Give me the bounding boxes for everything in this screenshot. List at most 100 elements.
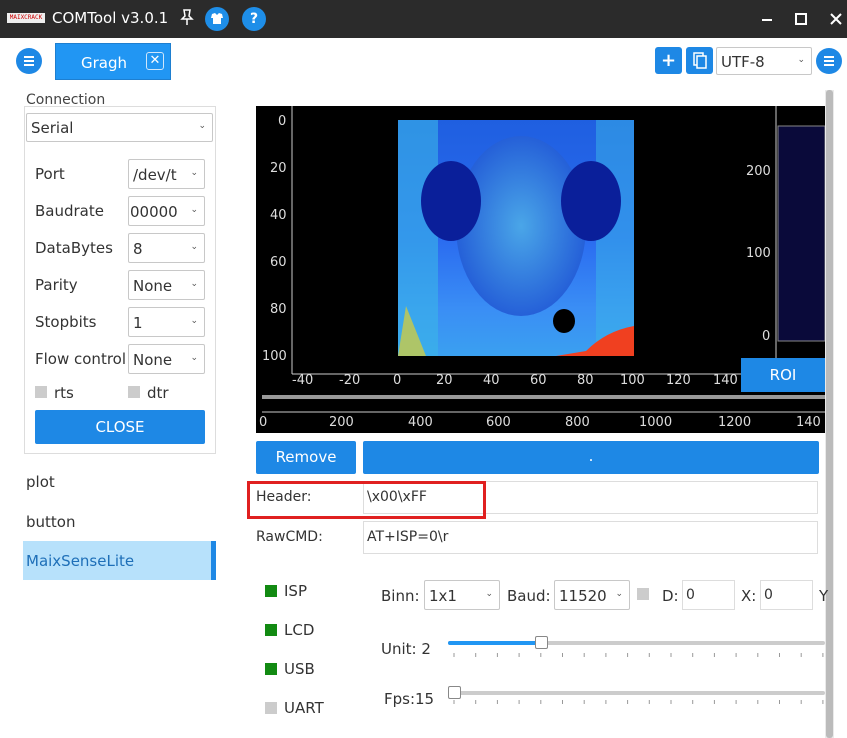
chevron-down-icon: ⌄ bbox=[190, 205, 198, 215]
unit-slider-handle[interactable] bbox=[535, 636, 549, 649]
y-tick: 100 bbox=[262, 349, 287, 364]
sidebar-item-plot[interactable]: plot bbox=[26, 473, 55, 491]
chevron-down-icon: ⌄ bbox=[190, 316, 198, 326]
connection-type-value: Serial bbox=[31, 119, 74, 137]
rawcmd-input[interactable]: AT+ISP=0\r bbox=[363, 521, 818, 554]
x-tick-bottom: 800 bbox=[565, 415, 590, 430]
roi-button[interactable]: ROI bbox=[741, 358, 825, 392]
encoding-select[interactable]: UTF-8 ⌄ bbox=[716, 47, 812, 75]
remove-button[interactable]: Remove bbox=[256, 441, 356, 474]
unit-label: Unit: 2 bbox=[381, 640, 431, 658]
databytes-value: 8 bbox=[133, 240, 143, 258]
tab-label: Gragh bbox=[81, 54, 128, 72]
sidebar-item-label: MaixSenseLite bbox=[26, 552, 135, 570]
x-tick: 100 bbox=[620, 373, 645, 388]
fps-slider-track[interactable] bbox=[448, 691, 825, 695]
uart-checkbox[interactable] bbox=[265, 702, 277, 714]
chevron-down-icon: ⌄ bbox=[198, 121, 206, 131]
baudrate-select[interactable]: 00000 ⌄ bbox=[128, 196, 205, 226]
connection-label: Connection bbox=[26, 92, 106, 108]
tab-close-icon[interactable]: ✕ bbox=[146, 52, 164, 70]
lcd-checkbox[interactable] bbox=[265, 624, 277, 636]
close-window-icon[interactable] bbox=[824, 7, 847, 31]
y-tick: 80 bbox=[270, 302, 287, 317]
flow-control-value: None bbox=[133, 351, 173, 369]
title-bar: MAIXCRACK COMTool v3.0.1 ? bbox=[0, 0, 847, 38]
binn-select[interactable]: 1x1 ⌄ bbox=[424, 580, 500, 610]
y-tick: 0 bbox=[278, 114, 287, 129]
fps-slider-handle[interactable] bbox=[448, 686, 461, 699]
app-logo: MAIXCRACK bbox=[7, 13, 45, 23]
x-input[interactable]: 0 bbox=[760, 580, 813, 610]
binn-value: 1x1 bbox=[429, 587, 457, 605]
y-tick: 40 bbox=[270, 208, 287, 223]
chevron-down-icon: ⌄ bbox=[615, 589, 623, 599]
colorbar-tick: 100 bbox=[746, 246, 771, 261]
y-tick: 60 bbox=[270, 255, 287, 270]
unit-slider-fill bbox=[448, 641, 542, 645]
x-tick: 40 bbox=[483, 373, 500, 388]
baudrate-label: Baudrate bbox=[35, 202, 104, 220]
x-tick-bottom: 400 bbox=[408, 415, 433, 430]
chevron-down-icon: ⌄ bbox=[190, 242, 198, 252]
x-tick-bottom: 200 bbox=[329, 415, 354, 430]
pin-icon[interactable] bbox=[178, 8, 196, 28]
encoding-value: UTF-8 bbox=[721, 53, 765, 71]
port-label: Port bbox=[35, 165, 65, 183]
usb-checkbox[interactable] bbox=[265, 663, 277, 675]
dot-button[interactable]: . bbox=[363, 441, 819, 474]
dtr-checkbox[interactable] bbox=[128, 386, 140, 398]
usb-label: USB bbox=[284, 660, 315, 678]
help-icon[interactable]: ? bbox=[242, 7, 266, 31]
databytes-select[interactable]: 8 ⌄ bbox=[128, 233, 205, 263]
copy-icon[interactable] bbox=[686, 47, 713, 74]
minimize-icon[interactable] bbox=[755, 7, 779, 31]
rts-checkbox[interactable] bbox=[35, 386, 47, 398]
dtr-label: dtr bbox=[147, 384, 169, 402]
baud-checkbox[interactable] bbox=[637, 588, 649, 600]
sidebar-item-maixsenselite[interactable]: MaixSenseLite bbox=[23, 541, 216, 580]
x-tick: -20 bbox=[339, 373, 361, 388]
x-tick: 120 bbox=[666, 373, 691, 388]
parity-select[interactable]: None ⌄ bbox=[128, 270, 205, 300]
close-port-button[interactable]: CLOSE bbox=[35, 410, 205, 444]
connection-type-select[interactable]: Serial ⌄ bbox=[26, 113, 213, 142]
x-tick-bottom: 1000 bbox=[639, 415, 673, 430]
tab-gragh[interactable]: Gragh ✕ bbox=[55, 43, 171, 80]
vertical-scrollbar[interactable] bbox=[825, 90, 834, 738]
colorbar-tick: 200 bbox=[746, 164, 771, 179]
parity-label: Parity bbox=[35, 276, 78, 294]
x-tick: -40 bbox=[292, 373, 314, 388]
x-tick-bottom: 600 bbox=[486, 415, 511, 430]
y-label: Y bbox=[819, 587, 829, 605]
x-tick-bottom: 140 bbox=[796, 415, 821, 430]
chevron-down-icon: ⌄ bbox=[485, 589, 493, 599]
depth-plot[interactable]: 0 20 40 60 80 100 -40 -20 0 20 40 60 80 … bbox=[256, 106, 825, 433]
port-value: /dev/t bbox=[133, 166, 177, 184]
chevron-down-icon: ⌄ bbox=[190, 353, 198, 363]
colorbar-tick: 0 bbox=[762, 329, 771, 344]
baud-value: 11520 bbox=[559, 587, 607, 605]
chevron-down-icon: ⌄ bbox=[190, 168, 198, 178]
window-title: COMTool v3.0.1 bbox=[52, 9, 169, 27]
x-tick-bottom: 0 bbox=[259, 415, 268, 430]
stopbits-select[interactable]: 1 ⌄ bbox=[128, 307, 205, 337]
maximize-icon[interactable] bbox=[789, 7, 813, 31]
x-tick-bottom: 1200 bbox=[718, 415, 752, 430]
add-button[interactable]: + bbox=[655, 47, 682, 74]
x-tick: 60 bbox=[530, 373, 547, 388]
menu-button[interactable] bbox=[16, 48, 42, 74]
baud-select[interactable]: 11520 ⌄ bbox=[554, 580, 630, 610]
highlight-box bbox=[247, 481, 486, 519]
stopbits-label: Stopbits bbox=[35, 313, 97, 331]
x-label: X: bbox=[741, 587, 757, 605]
flow-control-select[interactable]: None ⌄ bbox=[128, 344, 205, 374]
isp-checkbox[interactable] bbox=[265, 585, 277, 597]
x-tick: 140 bbox=[713, 373, 738, 388]
y-tick: 20 bbox=[270, 161, 287, 176]
settings-menu-button[interactable] bbox=[816, 48, 842, 74]
sidebar-item-button[interactable]: button bbox=[26, 513, 75, 531]
port-select[interactable]: /dev/t ⌄ bbox=[128, 159, 205, 189]
d-input[interactable]: 0 bbox=[682, 580, 735, 610]
shirt-icon[interactable] bbox=[205, 7, 229, 31]
